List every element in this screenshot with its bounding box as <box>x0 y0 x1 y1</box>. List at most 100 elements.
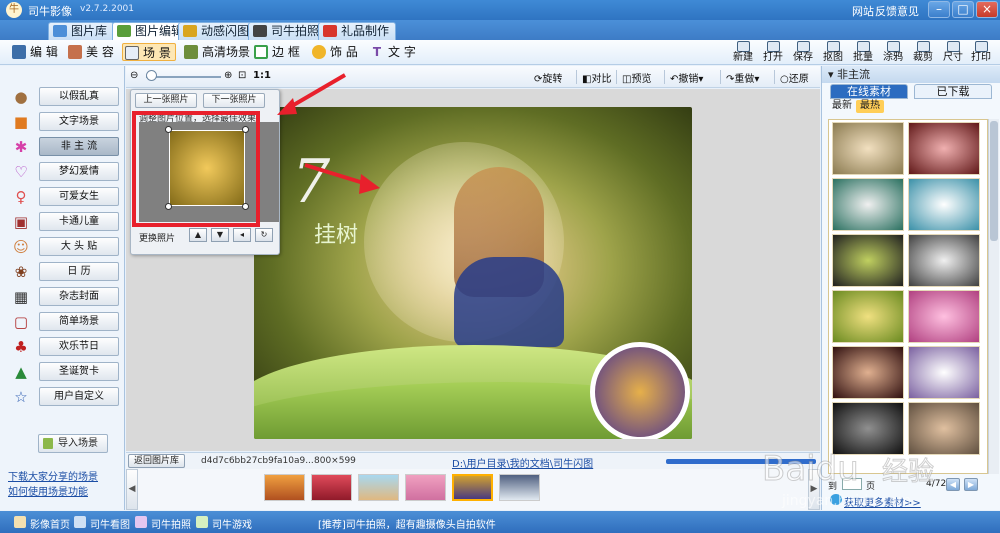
scene-help-link[interactable]: 如何使用场景功能 <box>8 483 88 498</box>
more-materials-link[interactable]: 获取更多素材>> <box>844 494 921 509</box>
undo-button[interactable]: ↶撤销▾ <box>670 70 703 85</box>
print-button[interactable]: 打印 <box>966 41 996 64</box>
sidebar-item-simple-scene[interactable]: ▢ 简单场景 <box>12 311 122 333</box>
tool-edit[interactable]: 编 辑 <box>10 43 62 61</box>
redo-button[interactable]: ↷重做▾ <box>726 70 759 85</box>
move-up-icon[interactable]: ▲ <box>189 228 207 242</box>
material-thumbnail[interactable] <box>908 346 980 399</box>
filmstrip-right-arrow-icon[interactable]: ▶ <box>808 469 820 510</box>
back-to-gallery-button[interactable]: 返回图片库 <box>128 454 185 468</box>
preview-button[interactable]: ◫预览 <box>622 70 651 85</box>
sidebar-item-label[interactable]: 可爱女生 <box>39 187 119 206</box>
sidebar-item-label[interactable]: 梦幻爱情 <box>39 162 119 181</box>
sidebar-item-label[interactable]: 大 头 贴 <box>39 237 119 256</box>
new-button[interactable]: 新建 <box>728 41 758 64</box>
feedback-link[interactable]: 反馈意见 <box>875 3 919 19</box>
sidebar-item-label[interactable]: 圣诞贺卡 <box>39 362 119 381</box>
filmstrip-left-arrow-icon[interactable]: ◀ <box>126 469 138 510</box>
sidebar-item-photo-sticker[interactable]: ☺ 大 头 贴 <box>12 236 122 258</box>
prev-page-icon[interactable]: ◀ <box>946 478 960 491</box>
change-photo-button[interactable]: 更换照片 <box>139 231 175 244</box>
save-path-link[interactable]: D:\用户目录\我的文档\司牛闪图 <box>452 455 593 470</box>
zoom-slider-handle[interactable] <box>146 70 157 81</box>
zoom-slider[interactable] <box>146 76 221 78</box>
prev-photo-button[interactable]: 上一张照片 <box>135 93 197 108</box>
next-page-icon[interactable]: ▶ <box>964 478 978 491</box>
material-thumbnail[interactable] <box>908 290 980 343</box>
sidebar-item-christmas-card[interactable]: ▲ 圣诞贺卡 <box>12 361 122 383</box>
material-thumbnail[interactable] <box>832 290 904 343</box>
sidebar-item-label[interactable]: 杂志封面 <box>39 287 119 306</box>
page-number-input[interactable] <box>842 478 862 490</box>
material-thumbnail[interactable] <box>832 122 904 175</box>
scrollbar-thumb[interactable] <box>990 121 998 241</box>
restore-button[interactable]: ○还原 <box>780 70 809 85</box>
filmstrip-thumbnail[interactable] <box>405 474 446 501</box>
fit-icon[interactable]: ⊡ <box>238 70 246 81</box>
sidebar-item-label[interactable]: 欢乐节日 <box>39 337 119 356</box>
crop-button[interactable]: 裁剪 <box>908 41 938 64</box>
sidebar-item-custom[interactable]: ☆ 用户自定义 <box>12 386 122 408</box>
material-scrollbar[interactable] <box>988 119 999 474</box>
next-photo-button[interactable]: 下一张照片 <box>203 93 265 108</box>
material-thumbnail[interactable] <box>908 402 980 455</box>
filmstrip-thumbnail[interactable] <box>311 474 352 501</box>
material-thumbnail[interactable] <box>832 234 904 287</box>
tab-camera[interactable]: 司牛拍照 <box>248 22 327 40</box>
sidebar-item-label[interactable]: 以假乱真 <box>39 87 119 106</box>
flip-icon[interactable]: ◂ <box>233 228 251 242</box>
filmstrip-thumbnail[interactable] <box>264 474 305 501</box>
tab-animated[interactable]: 动感闪图 <box>178 22 257 40</box>
tab-gift[interactable]: 礼品制作 <box>318 22 397 40</box>
material-thumbnail[interactable] <box>832 402 904 455</box>
zoom-ratio[interactable]: 1:1 <box>253 70 271 81</box>
sidebar-item-label[interactable]: 简单场景 <box>39 312 119 331</box>
tool-frame[interactable]: 边 框 <box>252 43 304 61</box>
material-thumbnail[interactable] <box>908 178 980 231</box>
rotate-button[interactable]: ⟳旋转 <box>534 70 562 85</box>
compare-button[interactable]: ◧对比 <box>582 70 611 85</box>
sidebar-item-realistic[interactable]: ● 以假乱真 <box>12 86 122 108</box>
sidebar-item-magazine[interactable]: ▦ 杂志封面 <box>12 286 122 308</box>
zoom-in-icon[interactable]: ⊕ <box>224 70 232 81</box>
maximize-icon[interactable]: □ <box>952 1 974 18</box>
save-button[interactable]: 保存 <box>788 41 818 64</box>
promo-text[interactable]: [推荐]司牛拍照，超有趣摄像头自拍软件 <box>318 516 496 531</box>
download-scenes-link[interactable]: 下载大家分享的场景 <box>8 468 98 483</box>
statusbar-games[interactable]: 司牛游戏 <box>196 516 252 531</box>
sidebar-item-label[interactable]: 卡通儿童 <box>39 212 119 231</box>
close-icon[interactable]: × <box>976 1 998 18</box>
zoom-out-icon[interactable]: ⊖ <box>130 70 138 81</box>
material-thumbnail[interactable] <box>908 122 980 175</box>
sidebar-item-label[interactable]: 用户自定义 <box>39 387 119 406</box>
doodle-button[interactable]: 涂鸦 <box>878 41 908 64</box>
website-link[interactable]: 网站 <box>852 3 874 19</box>
minimize-icon[interactable]: – <box>928 1 950 18</box>
sidebar-item-holidays[interactable]: ♣ 欢乐节日 <box>12 336 122 358</box>
sidebar-item-nonmainstream[interactable]: ✱ 非 主 流 <box>12 136 122 158</box>
material-thumbnail[interactable] <box>832 178 904 231</box>
tool-decor[interactable]: 饰 品 <box>310 43 362 61</box>
sidebar-item-calendar-pet[interactable]: ❀ 日 历 <box>12 261 122 283</box>
import-scene-button[interactable]: 导入场景 <box>38 434 108 453</box>
filmstrip-thumbnail[interactable] <box>499 474 540 501</box>
scene-photo[interactable]: 7 挂树 <box>254 107 692 439</box>
open-button[interactable]: 打开 <box>758 41 788 64</box>
sidebar-item-text-scene[interactable]: ■ 文字场景 <box>12 111 122 133</box>
cutout-button[interactable]: 抠图 <box>818 41 848 64</box>
batch-button[interactable]: 批量 <box>848 41 878 64</box>
statusbar-viewer[interactable]: 司牛看图 <box>74 516 130 531</box>
tool-scene[interactable]: 场 景 <box>122 43 176 61</box>
tool-beauty[interactable]: 美 容 <box>66 43 118 61</box>
tab-gallery[interactable]: 图片库 <box>48 22 115 40</box>
subtab-hottest[interactable]: 最热 <box>856 100 884 113</box>
material-thumbnail[interactable] <box>832 346 904 399</box>
sidebar-item-dream-love[interactable]: ♡ 梦幻爱情 <box>12 161 122 183</box>
material-thumbnail[interactable] <box>908 234 980 287</box>
filmstrip-thumbnail[interactable] <box>452 474 493 501</box>
tab-downloaded[interactable]: 已下载 <box>914 84 992 99</box>
sidebar-item-cartoon-kids[interactable]: ▣ 卡通儿童 <box>12 211 122 233</box>
tool-text[interactable]: T文 字 <box>368 43 420 61</box>
resize-button[interactable]: 尺寸 <box>938 41 968 64</box>
statusbar-home[interactable]: 影像首页 <box>14 516 70 531</box>
